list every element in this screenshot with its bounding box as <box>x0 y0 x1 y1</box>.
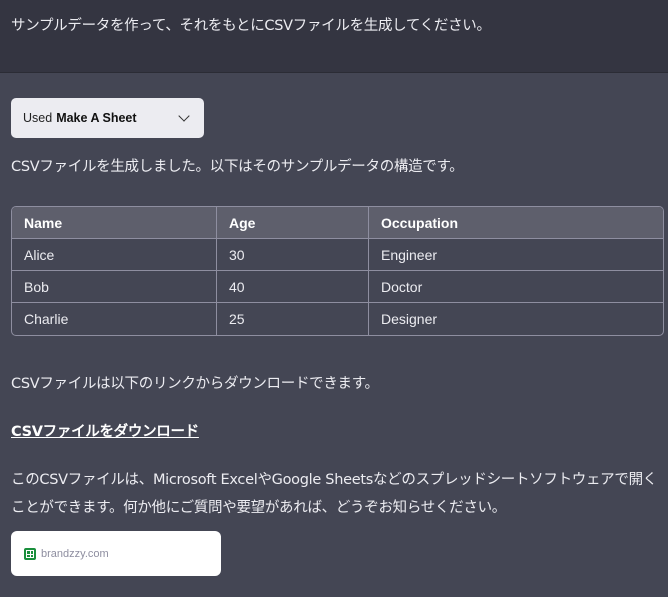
table-cell: 25 <box>217 303 369 335</box>
link-preview-card[interactable]: brandzzy.com <box>11 531 221 576</box>
user-message: サンプルデータを作って、それをもとにCSVファイルを生成してください。 <box>0 0 668 73</box>
download-note: CSVファイルは以下のリンクからダウンロードできます。 <box>11 376 379 392</box>
table-cell: 40 <box>217 271 369 303</box>
plugin-used-label: Used <box>23 111 53 125</box>
user-message-text: サンプルデータを作って、それをもとにCSVファイルを生成してください。 <box>11 18 491 34</box>
csv-download-link[interactable]: CSVファイルをダウンロード <box>11 420 199 441</box>
table-row: Alice 30 Engineer <box>12 239 663 271</box>
table-cell: Doctor <box>369 271 663 303</box>
table-cell: 30 <box>217 239 369 271</box>
plugin-name: Make A Sheet <box>56 111 137 125</box>
table-header-occupation: Occupation <box>369 207 663 239</box>
table-cell: Bob <box>12 271 217 303</box>
table-cell: Alice <box>12 239 217 271</box>
table-cell: Charlie <box>12 303 217 335</box>
plugin-used-dropdown[interactable]: Used Make A Sheet <box>11 98 204 138</box>
spreadsheet-icon <box>24 547 36 560</box>
table-header-age: Age <box>217 207 369 239</box>
chevron-down-icon <box>178 110 190 122</box>
table-header-row: Name Age Occupation <box>12 207 663 239</box>
table-row: Bob 40 Doctor <box>12 271 663 303</box>
table-cell: Designer <box>381 311 438 327</box>
link-preview-site: brandzzy.com <box>41 547 109 560</box>
sample-data-table: Name Age Occupation Alice 30 Engineer Bo… <box>11 206 664 336</box>
assistant-intro: CSVファイルを生成しました。以下はそのサンプルデータの構造です。 <box>11 159 464 175</box>
table-cell: Engineer <box>369 239 663 271</box>
table-header-name: Name <box>12 207 217 239</box>
assistant-closing: このCSVファイルは、Microsoft ExcelやGoogle Sheets… <box>11 472 657 516</box>
table-row: Charlie 25 Designer <box>12 303 663 335</box>
